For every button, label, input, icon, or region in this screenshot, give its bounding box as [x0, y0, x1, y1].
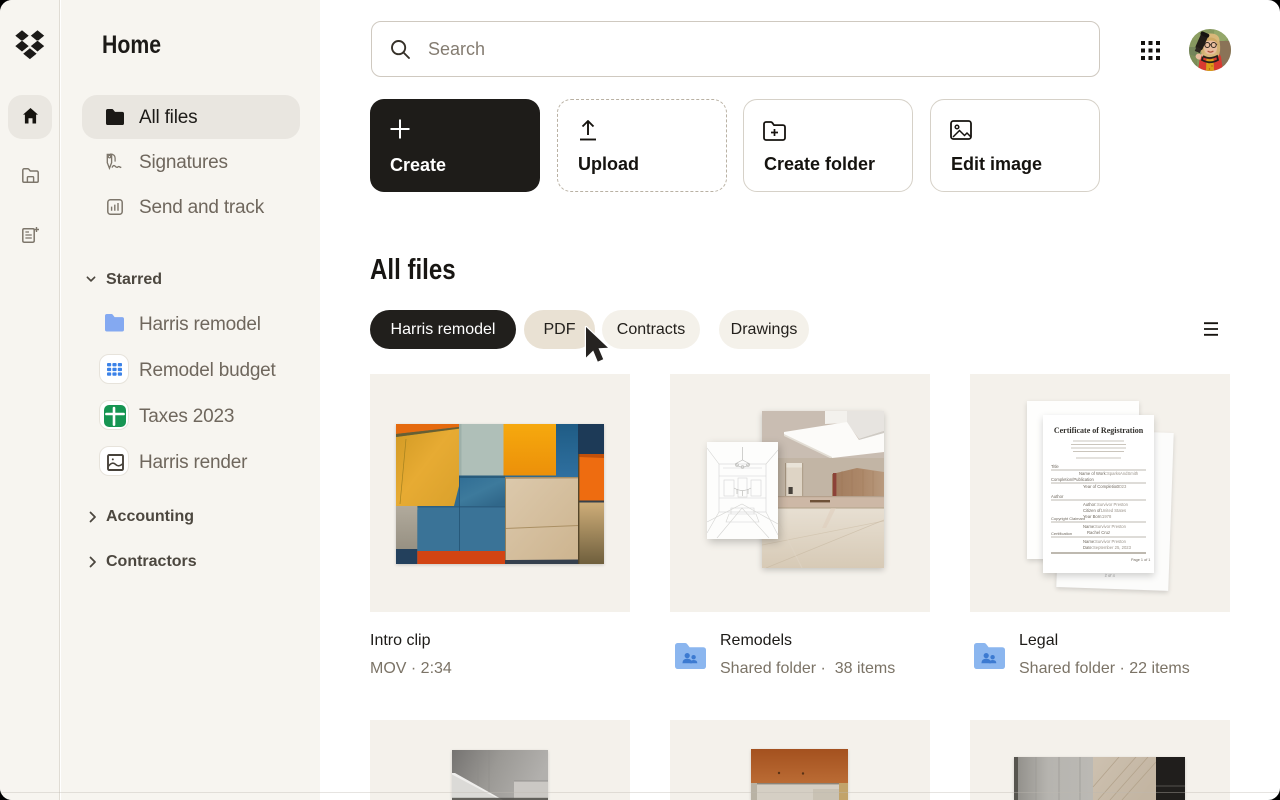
svg-text:Copyright Claimant: Copyright Claimant [1051, 516, 1086, 521]
svg-text:September 25, 2023: September 25, 2023 [1093, 545, 1132, 550]
svg-text:1978: 1978 [1102, 514, 1112, 519]
svg-text:Survivor Preston: Survivor Preston [1097, 502, 1129, 507]
svg-text:2023: 2023 [1117, 484, 1127, 489]
svg-text:Name of Work:: Name of Work: [1079, 471, 1107, 476]
svg-text:Page 1 of 1: Page 1 of 1 [1131, 558, 1150, 562]
svg-text:Date:: Date: [1083, 545, 1093, 550]
svg-text:Completion/Publication: Completion/Publication [1051, 477, 1095, 482]
svg-text:Title: Title [1051, 464, 1059, 469]
svg-text:United States: United States [1101, 508, 1126, 513]
svg-text:Rachel Cruz: Rachel Cruz [1087, 530, 1110, 535]
svg-text:Author:: Author: [1083, 502, 1097, 507]
svg-text:Name:: Name: [1083, 524, 1095, 529]
svg-text:Certificate of Registration: Certificate of Registration [1054, 426, 1144, 435]
svg-text:Citizen of:: Citizen of: [1083, 508, 1102, 513]
svg-text:Year of Completion:: Year of Completion: [1083, 484, 1120, 489]
svg-text:Survivor Preston: Survivor Preston [1095, 524, 1127, 529]
svg-text:Year Born:: Year Born: [1083, 514, 1103, 519]
svg-text:SparksAndSmith: SparksAndSmith [1107, 471, 1139, 476]
svg-text:Survivor Preston: Survivor Preston [1095, 539, 1127, 544]
svg-text:Certification: Certification [1051, 531, 1072, 536]
svg-text:Author: Author [1051, 494, 1064, 499]
svg-text:Name:: Name: [1083, 539, 1095, 544]
